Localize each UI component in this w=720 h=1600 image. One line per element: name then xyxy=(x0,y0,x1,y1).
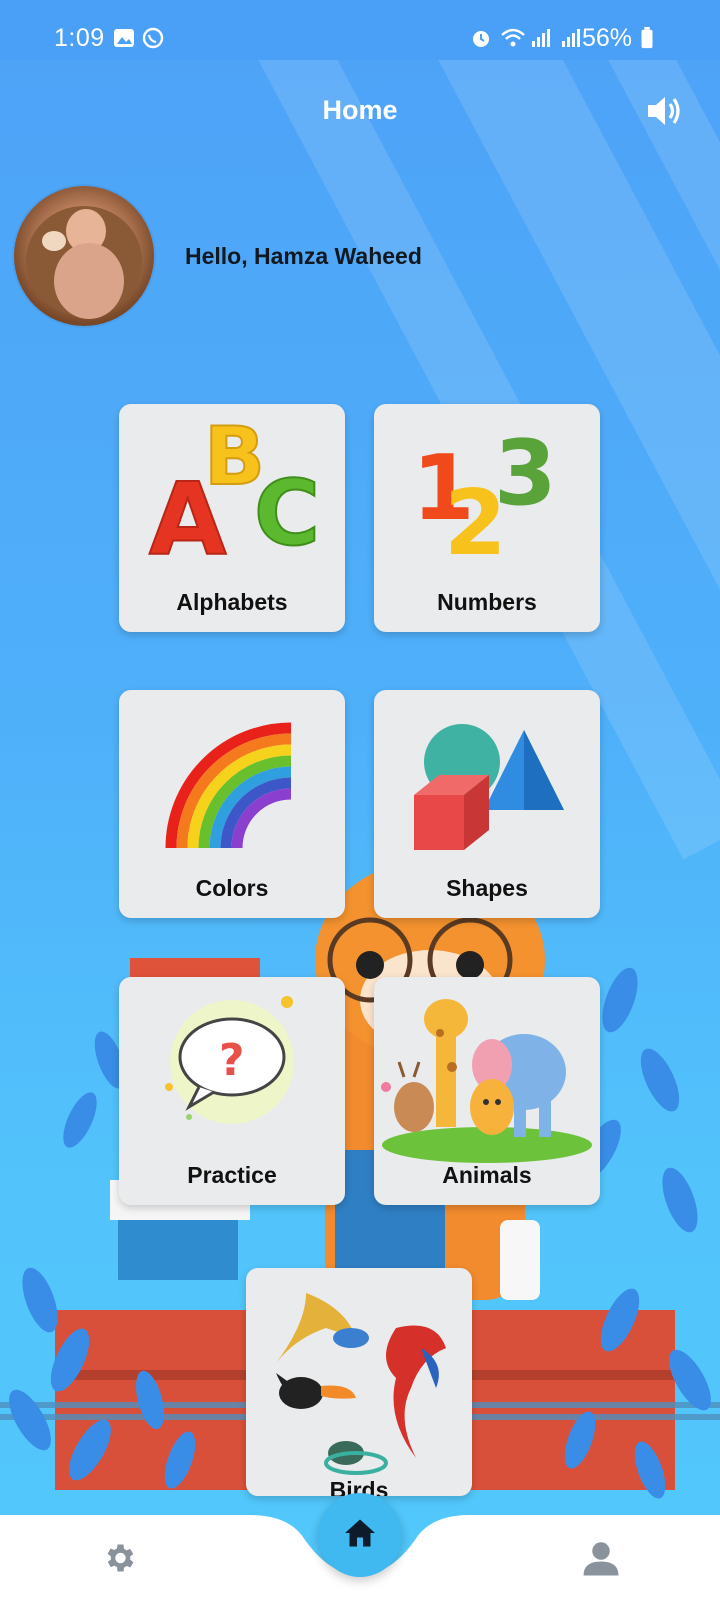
baby-photo xyxy=(26,206,142,319)
category-tile-animals[interactable]: Animals xyxy=(374,977,600,1205)
tile-label: Animals xyxy=(442,1162,532,1188)
svg-text:3: 3 xyxy=(494,421,557,526)
tile-label: Colors xyxy=(195,875,269,901)
123-numbers-icon: 1 2 3 xyxy=(412,421,557,576)
user-icon[interactable] xyxy=(580,1537,622,1579)
tile-label: Practice xyxy=(187,1162,277,1188)
alarm-icon xyxy=(473,31,489,47)
gallery-icon xyxy=(114,29,134,47)
category-tile-colors[interactable]: Colors xyxy=(119,690,345,918)
home-icon xyxy=(345,1519,375,1547)
wifi-icon xyxy=(501,28,525,47)
status-bar: 1:09 56% xyxy=(0,0,720,60)
home-screen: 1:09 56% Home Hello, Hamza Waheed A B C … xyxy=(0,0,720,1600)
question-bubble-icon: ? xyxy=(165,996,294,1124)
status-time: 1:09 xyxy=(54,24,105,52)
tile-label: Shapes xyxy=(446,875,528,901)
category-tile-shapes[interactable]: Shapes xyxy=(374,690,600,918)
battery-level: 56% xyxy=(581,24,632,52)
category-tile-practice[interactable]: ? Practice xyxy=(119,977,345,1205)
greeting-text: Hello, Hamza Waheed xyxy=(185,243,422,269)
category-tile-birds[interactable]: Birds xyxy=(246,1268,472,1496)
category-tile-numbers[interactable]: 1 2 3 Numbers xyxy=(374,404,600,632)
tile-label: Numbers xyxy=(437,589,537,615)
avatar[interactable] xyxy=(14,186,154,326)
rainbow-icon xyxy=(165,722,292,849)
animals-icon xyxy=(381,999,592,1163)
signal-icon xyxy=(562,29,580,47)
abc-letters-icon: A B C xyxy=(148,409,321,579)
signal-icon xyxy=(532,29,550,47)
whatsapp-icon xyxy=(142,27,164,49)
category-tile-alphabets[interactable]: A B C Alphabets xyxy=(119,404,345,632)
page-title: Home xyxy=(322,95,398,125)
svg-text:C: C xyxy=(254,461,320,566)
svg-text:?: ? xyxy=(219,1035,245,1086)
gear-icon[interactable] xyxy=(101,1540,137,1576)
shapes-icon xyxy=(414,724,564,850)
tile-label: Alphabets xyxy=(176,589,288,615)
birds-icon xyxy=(276,1293,446,1475)
battery-icon xyxy=(641,27,653,49)
speaker-icon[interactable] xyxy=(645,92,685,130)
home-button[interactable] xyxy=(318,1493,402,1577)
